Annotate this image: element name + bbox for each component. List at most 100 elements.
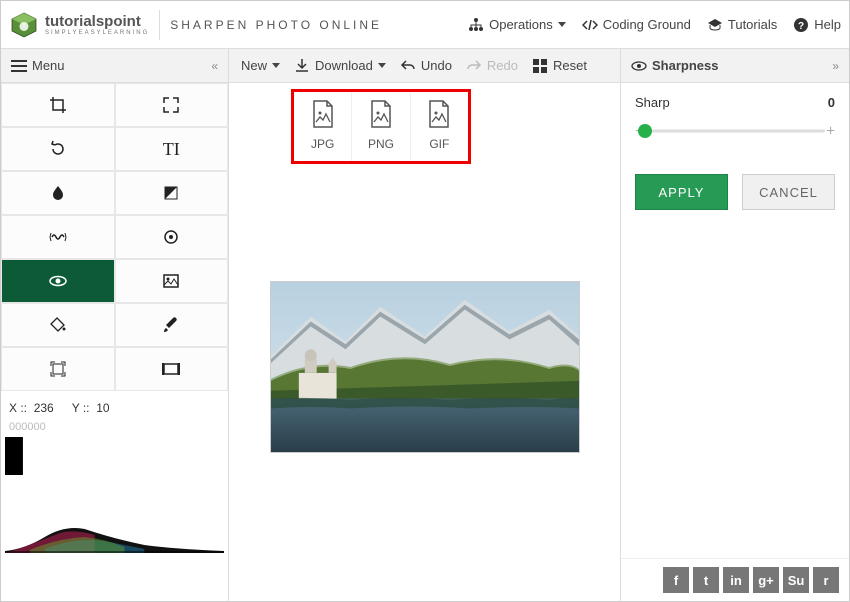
code-icon [582,17,598,33]
tools-sidebar: TI X :: 236 Y :: 10 000000 [1,83,229,601]
chevron-down-icon [558,22,566,27]
nav-tutorials[interactable]: Tutorials [707,17,777,33]
plus-icon: + [826,123,835,140]
text-icon: TI [161,139,181,159]
tool-target[interactable] [115,215,229,259]
help-icon: ? [793,17,809,33]
undo-button[interactable]: Undo [400,58,452,74]
sharpness-panel-toggle[interactable]: Sharpness [631,58,718,74]
sharpness-label: Sharpness [652,58,718,73]
divider [159,10,160,40]
target-icon [161,227,181,247]
menu-label: Menu [32,58,65,73]
histogram [5,437,224,553]
download-gif[interactable]: GIF [411,92,468,161]
expand-icon [161,95,181,115]
apply-button[interactable]: APPLY [635,174,728,210]
social-google-plus[interactable]: g+ [753,567,779,593]
rotate-left-icon [48,139,68,159]
sharpness-panel: Sharp 0 − + APPLY CANCEL fting+Sur [621,83,849,601]
social-bar: fting+Sur [621,558,849,601]
tool-frame[interactable] [115,347,229,391]
file-image-icon [294,100,351,131]
slider-track [645,130,825,133]
reset-button[interactable]: Reset [532,58,587,74]
social-reddit[interactable]: r [813,567,839,593]
undo-label: Undo [421,58,452,73]
menu-toggle[interactable]: Menu [11,58,65,74]
social-stumbleupon[interactable]: Su [783,567,809,593]
chevron-down-icon [272,63,280,68]
contrast-icon [161,183,181,203]
tool-drop[interactable] [1,171,115,215]
download-jpg-label: JPG [294,137,351,151]
tool-eye[interactable] [1,259,115,303]
vibration-icon [48,227,68,247]
chevron-down-icon [378,63,386,68]
file-image-icon [352,100,409,131]
social-linkedin[interactable]: in [723,567,749,593]
download-png[interactable]: PNG [352,92,410,161]
nav-coding-ground[interactable]: Coding Ground [582,17,691,33]
tool-rotate-left[interactable] [1,127,115,171]
reset-label: Reset [553,58,587,73]
undo-icon [400,58,416,74]
tool-contrast[interactable] [115,171,229,215]
download-label: Download [315,58,373,73]
coord-x: X :: 236 [9,401,54,415]
cancel-button[interactable]: CANCEL [742,174,835,210]
social-twitter[interactable]: t [693,567,719,593]
brand-sub: SIMPLYEASYLEARNING [45,30,149,36]
sitemap-icon [468,17,484,33]
canvas-area: JPGPNGGIF [229,83,621,601]
redo-button[interactable]: Redo [466,58,518,74]
tool-focus[interactable] [1,347,115,391]
page-title: SHARPEN PHOTO ONLINE [170,18,382,32]
download-icon [294,58,310,74]
nav-operations[interactable]: Operations [468,17,566,33]
brand-text: tutorialspoint [45,13,141,30]
sharp-slider[interactable]: − + [635,124,835,138]
nav-operations-label: Operations [489,17,553,32]
tool-vibration[interactable] [1,215,115,259]
histogram-value: 000000 [1,421,228,437]
download-dropdown: JPGPNGGIF [291,89,471,164]
redo-label: Redo [487,58,518,73]
tool-text[interactable]: TI [115,127,229,171]
file-image-icon [411,100,468,131]
paint-bucket-icon [48,315,68,335]
brand-logo[interactable]: tutorialspoint SIMPLYEASYLEARNING [9,10,149,40]
social-facebook[interactable]: f [663,567,689,593]
coord-y: Y :: 10 [72,401,110,415]
new-button[interactable]: New [241,58,280,73]
download-png-label: PNG [352,137,409,151]
download-button[interactable]: Download [294,58,386,74]
tool-paint-bucket[interactable] [1,303,115,347]
new-label: New [241,58,267,73]
eye-icon [48,271,68,291]
focus-icon [48,359,68,379]
tool-brush[interactable] [115,303,229,347]
crop-icon [48,95,68,115]
image-frame-icon [161,271,181,291]
sharp-label: Sharp [635,95,670,110]
working-image[interactable] [270,281,580,453]
logo-icon [9,10,39,40]
collapse-right-icon[interactable]: » [832,59,839,73]
tool-crop[interactable] [1,83,115,127]
nav-help-label: Help [814,17,841,32]
graduation-icon [707,17,723,33]
brush-icon [161,315,181,335]
tool-image-frame[interactable] [115,259,229,303]
drop-icon [48,183,68,203]
download-gif-label: GIF [411,137,468,151]
nav-coding-ground-label: Coding Ground [603,17,691,32]
menu-icon [11,58,27,74]
redo-icon [466,58,482,74]
grid-icon [532,58,548,74]
tool-expand[interactable] [115,83,229,127]
download-jpg[interactable]: JPG [294,92,352,161]
collapse-left-icon[interactable]: « [211,59,218,73]
nav-help[interactable]: ? Help [793,17,841,33]
slider-knob[interactable] [638,124,652,138]
